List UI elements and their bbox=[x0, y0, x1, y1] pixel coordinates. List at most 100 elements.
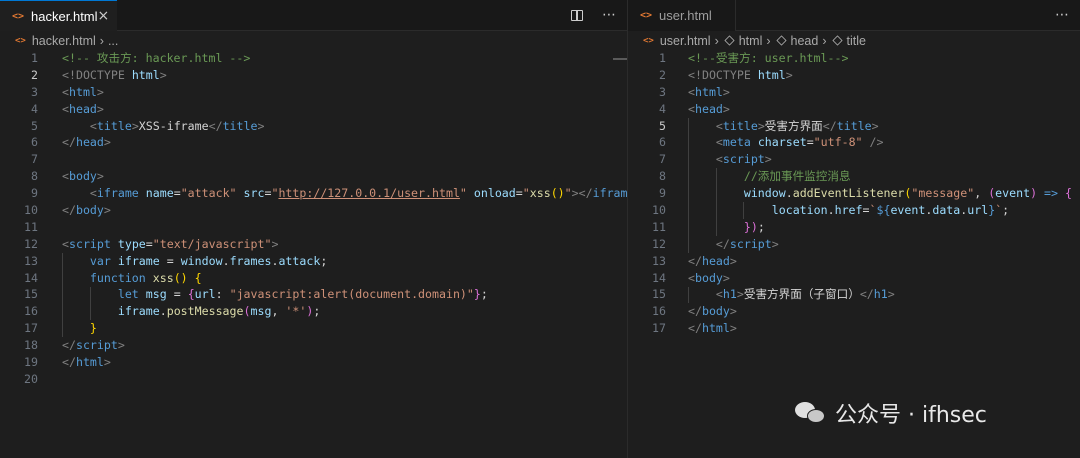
code-line[interactable]: 14 function xss() { bbox=[0, 270, 627, 287]
code-token: = bbox=[862, 203, 870, 218]
line-number: 8 bbox=[31, 169, 38, 184]
code-token: </ bbox=[688, 304, 702, 319]
code-token: title bbox=[836, 118, 872, 133]
code-token: html bbox=[694, 84, 723, 99]
breadcrumb-item-html[interactable]: html bbox=[739, 34, 763, 48]
code-line[interactable]: 6 </head> bbox=[0, 134, 627, 151]
more-actions-button[interactable]: ⋯ bbox=[601, 7, 617, 23]
code-token: > bbox=[871, 118, 879, 133]
code-line[interactable]: 1 <!--受害方: user.html--> bbox=[628, 50, 1080, 67]
code-token: script bbox=[729, 236, 772, 251]
tab-label: user.html bbox=[659, 8, 712, 23]
line-number: 6 bbox=[31, 135, 38, 150]
code-token: > bbox=[785, 67, 793, 82]
tab-hacker-html[interactable]: <> hacker.html × bbox=[0, 0, 117, 31]
breadcrumb-item-title[interactable]: title bbox=[847, 34, 866, 48]
code-token: charset bbox=[757, 135, 807, 150]
code-line[interactable]: 3 <html> bbox=[0, 84, 627, 101]
code-line[interactable]: 12 </script> bbox=[628, 236, 1080, 253]
line-number: 17 bbox=[24, 321, 38, 336]
code-token: html bbox=[68, 84, 97, 99]
tab-bar: <> user.html ⋯ bbox=[628, 0, 1080, 31]
code-token: //添加事件监控消息 bbox=[743, 169, 851, 184]
code-line[interactable]: 15 let msg = {url: "javascript:alert(doc… bbox=[0, 286, 627, 303]
code-line[interactable]: 10 </body> bbox=[0, 202, 627, 219]
breadcrumb-ellipsis[interactable]: ... bbox=[108, 34, 118, 48]
code-line[interactable]: 4 <head> bbox=[0, 101, 627, 118]
code-token: > bbox=[131, 118, 139, 133]
code-line[interactable]: 3 <html> bbox=[628, 84, 1080, 101]
line-number: 11 bbox=[652, 219, 666, 234]
code-line[interactable]: 14 <body> bbox=[628, 270, 1080, 287]
code-token: url bbox=[967, 203, 989, 218]
code-line[interactable]: 4 <head> bbox=[628, 101, 1080, 118]
code-token: url bbox=[194, 287, 216, 302]
code-token: "javascript:alert(document.domain)" bbox=[229, 287, 474, 302]
code-token: > bbox=[103, 135, 111, 150]
code-editor[interactable]: 1 <!-- 攻击方: hacker.html --> 2 <!DOCTYPE htm… bbox=[0, 50, 627, 388]
line-number: 14 bbox=[24, 270, 38, 285]
more-actions-button[interactable]: ⋯ bbox=[1054, 7, 1070, 23]
code-line[interactable]: 16 </body> bbox=[628, 303, 1080, 320]
code-line[interactable]: 6 <meta charset="utf-8" /> bbox=[628, 134, 1080, 151]
code-line[interactable]: 9 <iframe name="attack" src="http://127.… bbox=[0, 185, 627, 202]
breadcrumb-item-head[interactable]: head bbox=[791, 34, 819, 48]
breadcrumb-file[interactable]: hacker.html bbox=[32, 34, 96, 48]
code-editor[interactable]: 1 <!--受害方: user.html--> 2 <!DOCTYPE html> 3 <… bbox=[628, 50, 1080, 337]
code-line[interactable]: 12 <script type="text/javascript"> bbox=[0, 236, 627, 253]
code-line[interactable]: 11 bbox=[0, 219, 627, 236]
line-number: 9 bbox=[31, 186, 38, 201]
code-token: html bbox=[75, 355, 104, 370]
code-line[interactable]: 19 </html> bbox=[0, 354, 627, 371]
tab-user-html[interactable]: <> user.html bbox=[628, 0, 736, 31]
code-line[interactable]: 18 </script> bbox=[0, 337, 627, 354]
line-number: 3 bbox=[659, 84, 666, 99]
code-token: window bbox=[180, 253, 223, 268]
code-line[interactable]: 17 </html> bbox=[628, 320, 1080, 337]
line-number: 11 bbox=[24, 219, 38, 234]
line-number: 3 bbox=[31, 84, 38, 99]
code-line[interactable]: 5 <title>XSS-iframe</title> bbox=[0, 118, 627, 135]
code-line[interactable]: 10 location.href=`${event.data.url}`; bbox=[628, 202, 1080, 219]
code-line[interactable]: 20 bbox=[0, 371, 627, 388]
split-editor-button[interactable] bbox=[569, 7, 585, 23]
code-line[interactable]: 17 } bbox=[0, 320, 627, 337]
code-line[interactable]: 9 window.addEventListener("message", (ev… bbox=[628, 185, 1080, 202]
code-line[interactable]: 1 <!-- 攻击方: hacker.html --> bbox=[0, 50, 627, 67]
code-token: " bbox=[564, 186, 572, 201]
code-token: < bbox=[715, 152, 723, 167]
code-token: </ bbox=[62, 355, 76, 370]
code-line[interactable]: 16 iframe.postMessage(msg, '*'); bbox=[0, 303, 627, 320]
code-token: html bbox=[757, 67, 786, 82]
line-text: <iframe name="attack" src="http://127.0.… bbox=[62, 185, 627, 202]
breadcrumb-file[interactable]: user.html bbox=[660, 34, 711, 48]
code-token: () bbox=[550, 186, 565, 201]
code-line[interactable]: 15 <h1>受害方界面（子窗口）</h1> bbox=[628, 286, 1080, 303]
code-token: { bbox=[187, 287, 195, 302]
minimap-slider[interactable] bbox=[613, 58, 627, 60]
code-line[interactable]: 8 //添加事件监控消息 bbox=[628, 168, 1080, 185]
code-line[interactable]: 2 <!DOCTYPE html> bbox=[0, 67, 627, 84]
code-line[interactable]: 13 var iframe = window.frames.attack; bbox=[0, 253, 627, 270]
code-line[interactable]: 2 <!DOCTYPE html> bbox=[628, 67, 1080, 84]
code-line[interactable]: 7 bbox=[0, 151, 627, 168]
code-token: var bbox=[89, 253, 111, 268]
code-token: > bbox=[103, 203, 111, 218]
code-line[interactable]: 13 </head> bbox=[628, 253, 1080, 270]
code-token: html bbox=[131, 67, 160, 82]
code-token: = bbox=[159, 253, 181, 268]
code-token: ; bbox=[313, 304, 321, 319]
editor-pane-right: <> user.html ⋯ <> user.html › html › hea… bbox=[628, 0, 1080, 458]
line-text: location.href=`${event.data.url}`; bbox=[688, 202, 1009, 219]
code-line[interactable]: 5 <title>受害方界面</title> bbox=[628, 118, 1080, 135]
code-token: < bbox=[62, 169, 69, 184]
code-line[interactable]: 7 <script> bbox=[628, 151, 1080, 168]
indent-guide bbox=[688, 286, 689, 304]
code-line[interactable]: 11 }); bbox=[628, 219, 1080, 236]
code-token: > bbox=[729, 321, 737, 336]
code-line[interactable]: 8 <body> bbox=[0, 168, 627, 185]
ellipsis-icon: ⋯ bbox=[602, 7, 616, 23]
close-icon[interactable]: × bbox=[98, 8, 110, 24]
